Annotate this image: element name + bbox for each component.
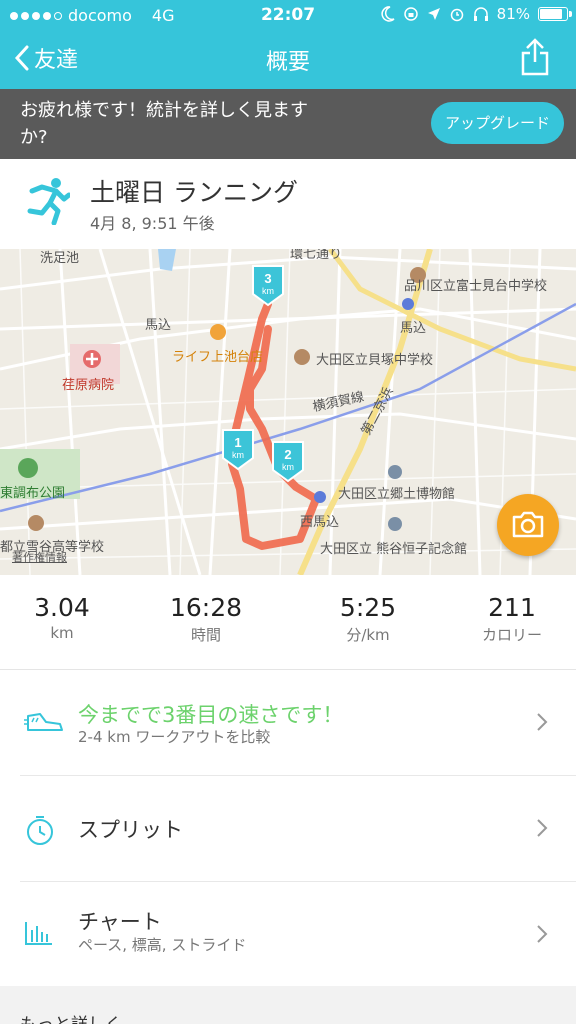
map-copyright-link[interactable]: 著作権情報 — [12, 549, 67, 565]
km-marker-3-number: 3 — [264, 271, 271, 286]
museum-icon — [388, 465, 402, 479]
stat-duration-unit: 時間 — [190, 626, 221, 644]
alarm-icon — [450, 8, 463, 22]
chevron-right-icon — [536, 712, 548, 736]
map-label-kaizuka: 大田区立貝塚中学校 — [316, 353, 434, 368]
share-button[interactable] — [520, 38, 550, 80]
map-label-kyodo: 大田区立郷土博物館 — [338, 487, 456, 502]
km-marker-1[interactable]: 1 km — [222, 429, 254, 471]
splits-title: スプリット — [78, 818, 183, 842]
moon-icon — [381, 6, 395, 22]
route-map[interactable]: 3 km 1 km 2 km 洗足池 環七通り 馬込 荏原病院 ライフ上池台店 … — [0, 249, 576, 575]
chevron-right-icon — [536, 924, 548, 948]
achievement-subtitle: 2-4 km ワークアウトを比較 — [78, 728, 271, 746]
museum-icon — [388, 517, 402, 531]
nav-bar: 友達 概要 — [0, 30, 576, 89]
km-marker-1-unit: km — [232, 450, 244, 460]
map-label-nishimagome: 西馬込 — [300, 515, 340, 530]
splits-row[interactable]: スプリット — [0, 776, 576, 882]
km-marker-2[interactable]: 2 km — [272, 441, 304, 483]
camera-button[interactable] — [497, 494, 559, 556]
activity-header: 土曜日 ランニング 4月 8, 9:51 午後 — [0, 159, 576, 249]
map-label-chofu-park: 東調布公園 — [0, 486, 66, 501]
status-bar: docomo 4G 22:07 81% — [0, 0, 576, 30]
shop-icon — [210, 324, 226, 340]
map-label-magome: 馬込 — [145, 318, 172, 333]
km-marker-3-unit: km — [262, 286, 274, 296]
stat-pace-unit: 分/km — [346, 626, 390, 644]
school-icon — [28, 515, 44, 531]
km-marker-2-number: 2 — [284, 447, 291, 462]
stat-duration: 16:28 時間 — [136, 593, 276, 645]
headphones-icon — [473, 7, 488, 21]
chart-subtitle: ペース, 標高, ストライド — [78, 936, 247, 954]
school-icon — [294, 349, 310, 365]
battery-icon — [538, 7, 572, 21]
bar-chart-icon — [24, 920, 54, 950]
map-label-magome-station: 馬込 — [400, 321, 427, 336]
map-label-kumagai: 大田区立 熊谷恒子記念館 — [320, 542, 468, 557]
map-label-shinagawa: 品川区立富士見台中学校 — [404, 279, 548, 294]
top-bar: docomo 4G 22:07 81% 友達 概要 — [0, 0, 576, 89]
stat-calories: 211 カロリー — [442, 593, 576, 645]
stat-distance: 3.04 km — [0, 593, 132, 642]
achievement-row[interactable]: 今までで3番目の速さです！ 2-4 km ワークアウトを比較 — [0, 670, 576, 776]
stat-calories-value: 211 — [488, 593, 536, 622]
map-label-kanpachi: 環七通り — [290, 249, 343, 262]
stat-calories-unit: カロリー — [481, 626, 542, 644]
running-shoe-icon — [24, 710, 64, 738]
runner-icon — [26, 177, 72, 229]
achievement-title: 今までで3番目の速さです！ — [78, 703, 344, 727]
stopwatch-icon — [24, 814, 56, 850]
activity-date: 4月 8, 9:51 午後 — [90, 214, 215, 233]
station-icon — [402, 298, 414, 310]
km-marker-1-number: 1 — [234, 435, 241, 450]
upgrade-button[interactable]: アップグレード — [430, 102, 564, 144]
chart-row[interactable]: チャート ペース, 標高, ストライド — [0, 882, 576, 988]
camera-icon — [512, 511, 544, 538]
chart-title: チャート — [78, 910, 162, 934]
stat-distance-unit: km — [50, 624, 74, 642]
map-canvas: 3 km 1 km 2 km — [0, 249, 576, 575]
stat-distance-value: 3.04 — [34, 593, 90, 622]
page-title: 概要 — [265, 50, 310, 75]
rotation-lock-icon — [403, 7, 418, 21]
map-label-senzoku: 洗足池 — [40, 251, 80, 266]
map-label-ebara-hospital: 荏原病院 — [62, 378, 115, 393]
park-icon — [18, 458, 38, 478]
stats-summary: 3.04 km 16:28 時間 5:25 分/km 211 カロリー — [0, 575, 576, 670]
map-label-life: ライフ上池台店 — [172, 350, 264, 365]
battery-percent: 81% — [496, 5, 530, 23]
chevron-right-icon — [536, 818, 548, 842]
km-marker-2-unit: km — [282, 462, 294, 472]
upgrade-banner: お疲れ様です！統計を詳しく見ますか? アップグレード — [0, 89, 576, 159]
location-arrow-icon — [427, 8, 440, 20]
station-icon — [314, 491, 326, 503]
banner-message: お疲れ様です！統計を詳しく見ますか? — [20, 100, 308, 148]
stat-duration-value: 16:28 — [169, 593, 243, 622]
share-icon — [521, 38, 549, 76]
stat-pace: 5:25 分/km — [298, 593, 438, 645]
more-details-label: もっと詳しく — [20, 1010, 122, 1024]
more-details-section: もっと詳しく — [0, 986, 576, 1024]
activity-title: 土曜日 ランニング — [90, 178, 298, 207]
km-marker-3[interactable]: 3 km — [252, 265, 284, 307]
stat-pace-value: 5:25 — [339, 593, 397, 622]
